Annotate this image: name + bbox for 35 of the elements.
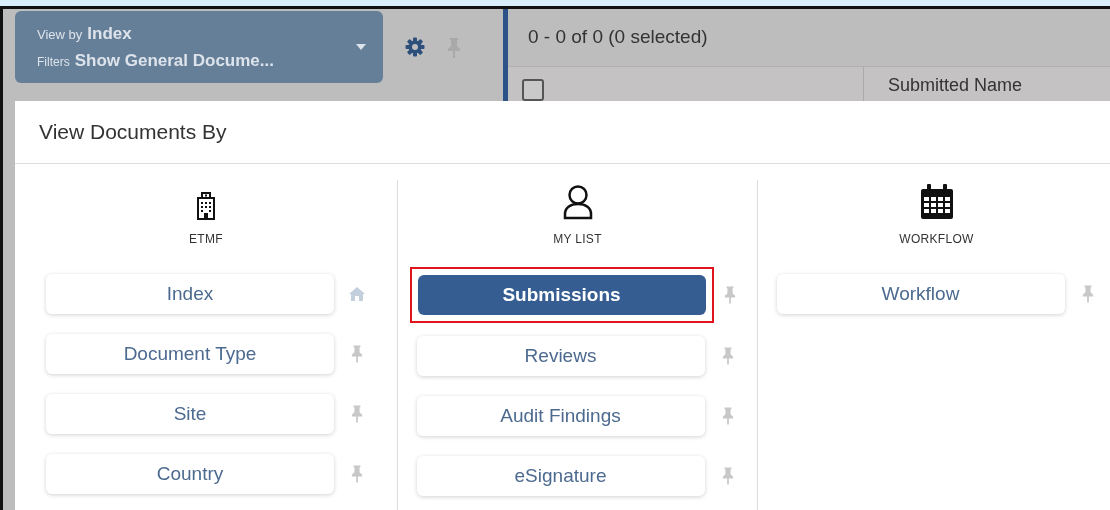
pin-icon[interactable]: [351, 464, 363, 484]
building-icon: [196, 192, 216, 220]
pin-icon[interactable]: [721, 406, 734, 426]
view-option-button[interactable]: Submissions: [417, 275, 706, 315]
pin-icon[interactable]: [723, 285, 736, 305]
user-icon: [561, 184, 594, 220]
filters-value: Show General Docume...: [74, 50, 274, 72]
group-label: WORKFLOW: [899, 231, 974, 248]
calendar-icon: [919, 184, 954, 220]
group-label: ETMF: [189, 231, 223, 248]
dialog-title: View Documents By: [39, 119, 227, 146]
pin-icon[interactable]: [351, 344, 363, 364]
view-by-label: View by: [37, 25, 83, 44]
pin-icon[interactable]: [721, 466, 734, 486]
caret-icon: [355, 43, 367, 51]
view-option-button[interactable]: Audit Findings: [416, 396, 705, 436]
checkbox[interactable]: [522, 78, 544, 101]
column-header[interactable]: Submitted Name: [888, 71, 1023, 101]
pin-icon[interactable]: [1081, 284, 1094, 304]
view-option-button[interactable]: Site: [46, 394, 334, 434]
filters-label: Filters: [37, 54, 70, 71]
view-by-dropdown[interactable]: View by Index Filters Show General Docume...: [15, 11, 383, 83]
view-option-button[interactable]: Document Type: [46, 334, 334, 374]
view-option-button[interactable]: Index: [46, 274, 334, 314]
view-option-button[interactable]: eSignature: [416, 456, 705, 496]
record-count: 0 - 0 of 0 (0 selected): [528, 25, 709, 49]
pin-icon[interactable]: [721, 346, 734, 366]
group-label: MY LIST: [553, 231, 602, 248]
view-option-button[interactable]: Workflow: [776, 274, 1065, 314]
settings-icon[interactable]: [405, 37, 425, 57]
view-by-value: Index: [87, 22, 132, 45]
view-option-button[interactable]: Country: [46, 454, 334, 494]
view-option-button[interactable]: Reviews: [416, 336, 705, 376]
home-icon[interactable]: [348, 286, 366, 302]
pin-icon[interactable]: [351, 404, 363, 424]
